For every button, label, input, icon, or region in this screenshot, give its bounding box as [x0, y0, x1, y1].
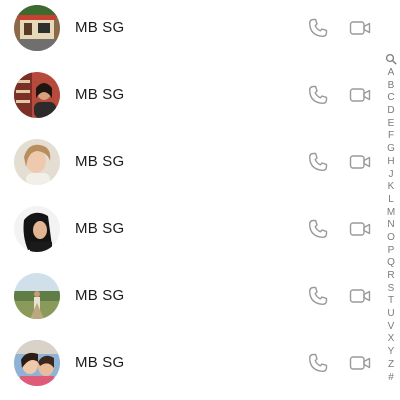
video-camera-icon[interactable]: [348, 83, 372, 107]
index-letter[interactable]: R: [383, 270, 399, 283]
index-letter[interactable]: B: [383, 80, 399, 93]
index-letter[interactable]: T: [383, 295, 399, 308]
search-icon[interactable]: [385, 53, 397, 65]
index-letter[interactable]: P: [383, 245, 399, 258]
index-letter[interactable]: V: [383, 321, 399, 334]
index-letter[interactable]: N: [383, 219, 399, 232]
phone-icon[interactable]: [306, 83, 330, 107]
phone-icon[interactable]: [306, 217, 330, 241]
index-letter[interactable]: A: [383, 67, 399, 80]
contact-row[interactable]: MB SG: [0, 199, 380, 261]
index-letter[interactable]: D: [383, 105, 399, 118]
phone-icon[interactable]: [306, 16, 330, 40]
index-letter[interactable]: Y: [383, 346, 399, 359]
avatar[interactable]: [14, 273, 60, 319]
avatar[interactable]: [14, 206, 60, 252]
video-camera-icon[interactable]: [348, 217, 372, 241]
phone-icon[interactable]: [306, 150, 330, 174]
index-letter[interactable]: L: [383, 194, 399, 207]
index-letter[interactable]: F: [383, 130, 399, 143]
contact-row[interactable]: MB SG: [0, 0, 380, 60]
index-letter[interactable]: Z: [383, 359, 399, 372]
video-camera-icon[interactable]: [348, 351, 372, 375]
index-letter[interactable]: X: [383, 333, 399, 346]
contact-name: MB SG: [75, 19, 125, 36]
contact-name: MB SG: [75, 153, 125, 170]
index-letter[interactable]: G: [383, 143, 399, 156]
index-letter[interactable]: E: [383, 118, 399, 131]
contacts-screen: MB SG MB SG MB SG MB SG MB SG MB SG ABCDEFGHJ…: [0, 0, 400, 400]
contact-row[interactable]: MB SG: [0, 266, 380, 328]
phone-icon[interactable]: [306, 351, 330, 375]
contact-row[interactable]: MB SG: [0, 65, 380, 127]
avatar[interactable]: [14, 340, 60, 386]
contact-row[interactable]: MB SG: [0, 333, 380, 395]
avatar[interactable]: [14, 5, 60, 51]
video-camera-icon[interactable]: [348, 284, 372, 308]
index-letter[interactable]: O: [383, 232, 399, 245]
video-camera-icon[interactable]: [348, 150, 372, 174]
video-camera-icon[interactable]: [348, 16, 372, 40]
phone-icon[interactable]: [306, 284, 330, 308]
index-letter[interactable]: K: [383, 181, 399, 194]
contact-name: MB SG: [75, 354, 125, 371]
index-letter[interactable]: S: [383, 283, 399, 296]
contact-list: MB SG MB SG MB SG MB SG MB SG MB SG: [0, 0, 380, 400]
index-letter[interactable]: #: [383, 372, 399, 385]
index-letter[interactable]: H: [383, 156, 399, 169]
index-letter[interactable]: J: [383, 169, 399, 182]
avatar[interactable]: [14, 72, 60, 118]
index-letter[interactable]: Q: [383, 257, 399, 270]
contact-name: MB SG: [75, 220, 125, 237]
index-letter[interactable]: M: [383, 207, 399, 220]
index-letter[interactable]: C: [383, 92, 399, 105]
contact-row[interactable]: MB SG: [0, 132, 380, 194]
avatar[interactable]: [14, 139, 60, 185]
contact-name: MB SG: [75, 86, 125, 103]
index-letter[interactable]: U: [383, 308, 399, 321]
contact-name: MB SG: [75, 287, 125, 304]
alphabet-index-bar[interactable]: A B C D E F G H J K L M N O P Q R S T U V X Y Z #: [383, 53, 399, 384]
